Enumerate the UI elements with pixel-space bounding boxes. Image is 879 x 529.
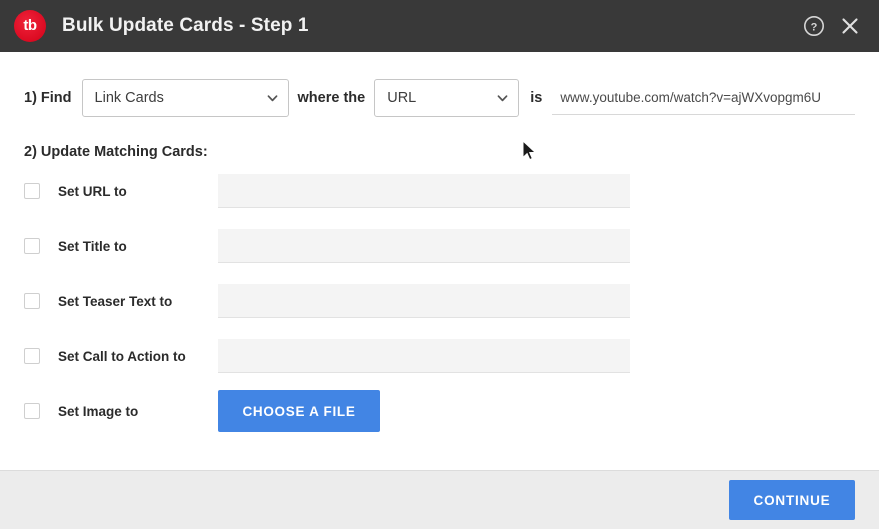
checkbox-set-teaser-text[interactable] bbox=[24, 293, 40, 309]
update-row-set-teaser-text: Set Teaser Text to bbox=[24, 284, 855, 318]
brand-logo-icon: tb bbox=[14, 10, 46, 42]
find-step-label: 1) Find bbox=[24, 90, 72, 106]
find-criteria-row: 1) Find Link Cards where the URL is www.… bbox=[24, 78, 855, 118]
find-is-label: is bbox=[530, 90, 543, 106]
label-set-title: Set Title to bbox=[58, 238, 127, 254]
label-set-call-to-action: Set Call to Action to bbox=[58, 348, 186, 364]
update-section-heading: 2) Update Matching Cards: bbox=[24, 144, 208, 160]
dialog-body: 1) Find Link Cards where the URL is www.… bbox=[0, 52, 879, 470]
checkbox-set-call-to-action[interactable] bbox=[24, 348, 40, 364]
continue-button[interactable]: CONTINUE bbox=[729, 480, 855, 520]
input-set-title[interactable] bbox=[218, 229, 630, 263]
checkbox-set-title[interactable] bbox=[24, 238, 40, 254]
label-set-url: Set URL to bbox=[58, 183, 127, 199]
update-row-set-url: Set URL to bbox=[24, 174, 855, 208]
dialog-footer: CONTINUE bbox=[0, 470, 879, 529]
field-select-value: URL bbox=[387, 90, 417, 106]
field-select[interactable]: URL bbox=[374, 79, 520, 117]
find-where-label: where the bbox=[297, 90, 366, 106]
close-icon[interactable] bbox=[835, 11, 865, 41]
checkbox-set-url[interactable] bbox=[24, 183, 40, 199]
help-circle-icon[interactable]: ? bbox=[799, 11, 829, 41]
svg-text:?: ? bbox=[811, 21, 818, 33]
choose-a-file-button[interactable]: CHOOSE A FILE bbox=[218, 390, 380, 432]
card-type-select[interactable]: Link Cards bbox=[81, 79, 289, 117]
input-set-url[interactable] bbox=[218, 174, 630, 208]
dialog-titlebar: tb Bulk Update Cards - Step 1 ? bbox=[0, 0, 879, 52]
find-value-input[interactable]: www.youtube.com/watch?v=ajWXvopgm6U bbox=[552, 81, 855, 115]
input-set-teaser-text[interactable] bbox=[218, 284, 630, 318]
update-row-set-call-to-action: Set Call to Action to bbox=[24, 339, 855, 373]
update-rows-list: Set URL to Set Title to Set Teaser Text … bbox=[24, 174, 855, 432]
dialog-title: Bulk Update Cards - Step 1 bbox=[62, 15, 309, 36]
chevron-down-icon bbox=[267, 95, 277, 102]
checkbox-set-image[interactable] bbox=[24, 403, 40, 419]
update-row-set-image: Set Image to CHOOSE A FILE bbox=[24, 390, 855, 432]
label-set-teaser-text: Set Teaser Text to bbox=[58, 293, 173, 309]
update-row-set-title: Set Title to bbox=[24, 229, 855, 263]
input-set-call-to-action[interactable] bbox=[218, 339, 630, 373]
chevron-down-icon bbox=[497, 95, 508, 102]
card-type-select-value: Link Cards bbox=[94, 90, 164, 106]
label-set-image: Set Image to bbox=[58, 403, 139, 419]
